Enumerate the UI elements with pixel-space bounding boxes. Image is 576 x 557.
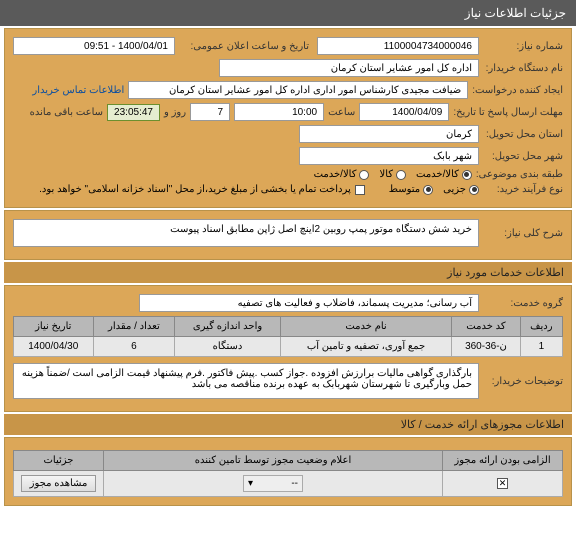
category-radio-group: کالا/خدمت کالا کالا/خدمت [314,169,472,180]
required-checkbox[interactable] [497,478,508,489]
cell-date: 1400/04/30 [14,337,94,357]
desc-textarea[interactable]: خرید شش دستگاه موتور پمپ روبین 2اینچ اصل… [13,219,479,247]
remaining-time-badge: 23:05:47 [107,104,160,121]
page-title: جزئیات اطلاعات نیاز [465,6,566,20]
buyer-notes-label: توضیحات خریدار: [483,376,563,387]
permits-section: الزامی بودن ارائه مجوز اعلام وضعیت مجوز … [4,437,572,506]
creator-field[interactable]: ضیافت مجیدی کارشناس امور اداری اداره کل … [128,81,468,99]
cell-detail: مشاهده مجوز [14,471,104,497]
cell-required [443,471,563,497]
table-row[interactable]: 1 ن-36-360 جمع آوری، تصفیه و تامین آب دس… [14,337,563,357]
need-number-field[interactable]: 1100004734000046 [317,37,479,55]
services-table: ردیف کد خدمت نام خدمت واحد اندازه گیری ت… [13,316,563,357]
process-radio-group: جزیی متوسط [389,184,479,195]
cell-unit: دستگاه [175,337,281,357]
process-label: نوع فرآیند خرید: [483,184,563,195]
buyer-org-field[interactable]: اداره کل امور عشایر استان کرمان [219,59,479,77]
remaining-label: ساعت باقی مانده [30,107,103,118]
th-detail: جزئیات [14,451,104,471]
cell-code: ن-36-360 [452,337,520,357]
city-label: شهر محل تحویل: [483,151,563,162]
services-header: اطلاعات خدمات مورد نیاز [4,262,572,283]
services-section: گروه خدمت: آب رسانی؛ مدیریت پسماند، فاضل… [4,285,572,412]
days-count-field[interactable]: 7 [190,103,230,121]
th-date: تاریخ نیاز [14,317,94,337]
state-field[interactable]: کرمان [299,125,479,143]
payment-note: پرداخت تمام یا بخشی از مبلغ خرید،از محل … [39,184,351,195]
process-radio-partial[interactable] [469,185,479,195]
status-select[interactable]: -- ▾ [243,475,303,492]
cell-qty: 6 [93,337,175,357]
public-announce-field[interactable]: 1400/04/01 - 09:51 [13,37,175,55]
contact-link[interactable]: اطلاعات تماس خریدار [32,85,124,96]
main-form-section: شماره نیاز: 1100004734000046 تاریخ و ساع… [4,28,572,208]
permits-row[interactable]: -- ▾ مشاهده مجوز [14,471,563,497]
th-name: نام خدمت [280,317,452,337]
category-radio-service[interactable] [462,170,472,180]
city-field[interactable]: شهر بابک [299,147,479,165]
deadline-label: مهلت ارسال پاسخ تا تاریخ: [453,107,563,118]
th-code: کد خدمت [452,317,520,337]
service-group-label: گروه خدمت: [483,298,563,309]
deadline-time-field[interactable]: 10:00 [234,103,324,121]
buyer-notes-textarea[interactable]: بارگذاری گواهی مالیات برارزش افزوده .جوا… [13,363,479,399]
cell-status: -- ▾ [104,471,443,497]
description-section: شرح کلی نیاز: خرید شش دستگاه موتور پمپ ر… [4,210,572,260]
desc-label: شرح کلی نیاز: [483,228,563,239]
chevron-down-icon: ▾ [248,478,253,489]
th-unit: واحد اندازه گیری [175,317,281,337]
category-label: طبقه بندی موضوعی: [476,169,563,180]
state-label: استان محل تحویل: [483,129,563,140]
th-qty: تعداد / مقدار [93,317,175,337]
payment-checkbox[interactable] [355,185,365,195]
category-radio-goods[interactable] [396,170,406,180]
permits-header-row: الزامی بودن ارائه مجوز اعلام وضعیت مجوز … [14,451,563,471]
permits-table: الزامی بودن ارائه مجوز اعلام وضعیت مجوز … [13,450,563,497]
buyer-org-label: نام دستگاه خریدار: [483,63,563,74]
service-group-field[interactable]: آب رسانی؛ مدیریت پسماند، فاضلاب و فعالیت… [139,294,479,312]
cell-name: جمع آوری، تصفیه و تامین آب [280,337,452,357]
category-radio-both[interactable] [359,170,369,180]
deadline-date-field[interactable]: 1400/04/09 [359,103,449,121]
need-number-label: شماره نیاز: [483,41,563,52]
table-header-row: ردیف کد خدمت نام خدمت واحد اندازه گیری ت… [14,317,563,337]
process-radio-medium[interactable] [423,185,433,195]
th-required: الزامی بودن ارائه مجوز [443,451,563,471]
th-status: اعلام وضعیت مجوز توسط تامین کننده [104,451,443,471]
public-announce-label: تاریخ و ساعت اعلان عمومی: [179,41,309,52]
permits-header: اطلاعات مجوزهای ارائه خدمت / کالا [4,414,572,435]
creator-label: ایجاد کننده درخواست: [472,85,563,96]
cell-idx: 1 [520,337,562,357]
page-header: جزئیات اطلاعات نیاز [0,0,576,26]
th-idx: ردیف [520,317,562,337]
time-label: ساعت [328,107,355,118]
days-label: روز و [164,107,186,118]
view-permit-button[interactable]: مشاهده مجوز [21,475,97,492]
